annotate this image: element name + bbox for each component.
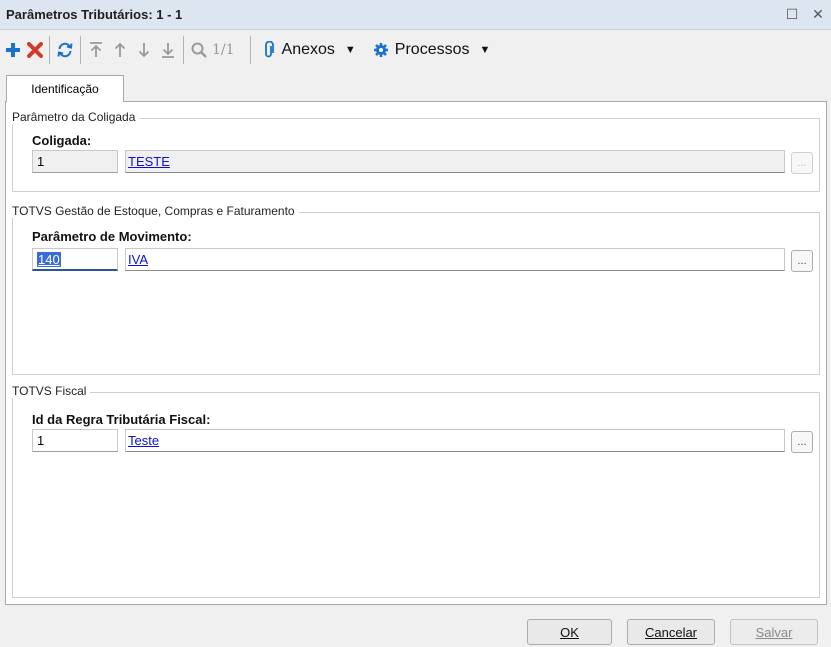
cancel-label: Cancelar <box>644 624 698 640</box>
group-fiscal: TOTVS Fiscal Id da Regra Tributária Fisc… <box>12 384 820 598</box>
search-icon <box>191 42 207 58</box>
save-button[interactable]: Salvar <box>730 619 818 645</box>
window-controls: ☐ ✕ <box>783 4 827 24</box>
toolbar-separator <box>80 36 81 64</box>
coligada-description-field: TESTE <box>125 150 785 173</box>
ok-button[interactable]: OK <box>527 619 612 645</box>
toolbar: 1/1 Anexos ▼ Processos ▼ <box>0 31 831 69</box>
gear-icon <box>373 43 388 57</box>
movement-parameter-code-value: 140 <box>37 252 61 267</box>
tab-panel: Parâmetro da Coligada Coligada: 1 TESTE … <box>5 101 827 605</box>
group-title: TOTVS Gestão de Estoque, Compras e Fatur… <box>12 204 299 218</box>
group-coligada: Parâmetro da Coligada Coligada: 1 TESTE … <box>12 110 820 192</box>
cancel-button[interactable]: Cancelar <box>627 619 715 645</box>
movement-parameter-description-field: IVA <box>125 248 785 271</box>
tax-rule-code-input[interactable]: 1 <box>32 429 118 452</box>
chevron-down-icon: ▼ <box>479 44 491 56</box>
attachments-label: Anexos <box>281 41 335 58</box>
coligada-code-field: 1 <box>32 150 118 173</box>
tax-rule-description-field: Teste <box>125 429 785 452</box>
first-record-icon <box>90 42 102 57</box>
attachments-menu[interactable]: Anexos ▼ <box>254 35 359 65</box>
refresh-button[interactable] <box>53 35 77 65</box>
tax-rule-lookup-button[interactable]: ... <box>791 431 813 453</box>
coligada-code-value: 1 <box>37 154 45 169</box>
chevron-down-icon: ▼ <box>344 44 356 56</box>
tax-rule-code-value: 1 <box>37 433 45 448</box>
processes-menu[interactable]: Processos ▼ <box>359 35 494 65</box>
coligada-description-link[interactable]: TESTE <box>128 154 170 169</box>
title-bar: Parâmetros Tributários: 1 - 1 ☐ ✕ <box>0 0 831 30</box>
add-button[interactable] <box>2 35 24 65</box>
last-record-icon <box>162 43 174 58</box>
refresh-icon <box>57 42 73 58</box>
close-icon[interactable]: ✕ <box>809 4 827 24</box>
next-record-icon <box>138 43 150 58</box>
window-title: Parâmetros Tributários: 1 - 1 <box>6 7 183 22</box>
toolbar-separator <box>183 36 184 64</box>
paperclip-icon <box>264 41 274 58</box>
maximize-icon[interactable]: ☐ <box>783 4 801 24</box>
tax-rule-label: Id da Regra Tributária Fiscal: <box>32 412 211 427</box>
processes-label: Processos <box>394 41 470 58</box>
movement-parameter-label: Parâmetro de Movimento: <box>32 229 192 244</box>
record-pager: 1/1 <box>212 42 235 58</box>
group-title: TOTVS Fiscal <box>12 384 91 398</box>
movement-parameter-code-input[interactable]: 140 <box>32 248 118 271</box>
toolbar-separator <box>249 36 251 64</box>
previous-record-button[interactable] <box>108 35 132 65</box>
next-record-button[interactable] <box>132 35 156 65</box>
tax-rule-description-link[interactable]: Teste <box>128 433 159 448</box>
delete-button[interactable] <box>24 35 46 65</box>
add-icon <box>6 43 20 57</box>
toolbar-separator <box>49 36 50 64</box>
search-button[interactable]: 1/1 <box>187 35 238 65</box>
ok-label: OK <box>560 624 579 640</box>
tab-identificacao[interactable]: Identificação <box>6 75 124 102</box>
group-title: Parâmetro da Coligada <box>12 110 140 124</box>
save-label: Salvar <box>755 624 793 640</box>
movement-parameter-lookup-button[interactable]: ... <box>791 250 813 272</box>
last-record-button[interactable] <box>156 35 180 65</box>
movement-parameter-description-link[interactable]: IVA <box>128 252 148 267</box>
previous-record-icon <box>114 42 126 57</box>
delete-icon <box>27 42 43 58</box>
first-record-button[interactable] <box>84 35 108 65</box>
group-estoque: TOTVS Gestão de Estoque, Compras e Fatur… <box>12 204 820 375</box>
coligada-label: Coligada: <box>32 133 92 148</box>
coligada-lookup-button: ... <box>791 152 813 174</box>
